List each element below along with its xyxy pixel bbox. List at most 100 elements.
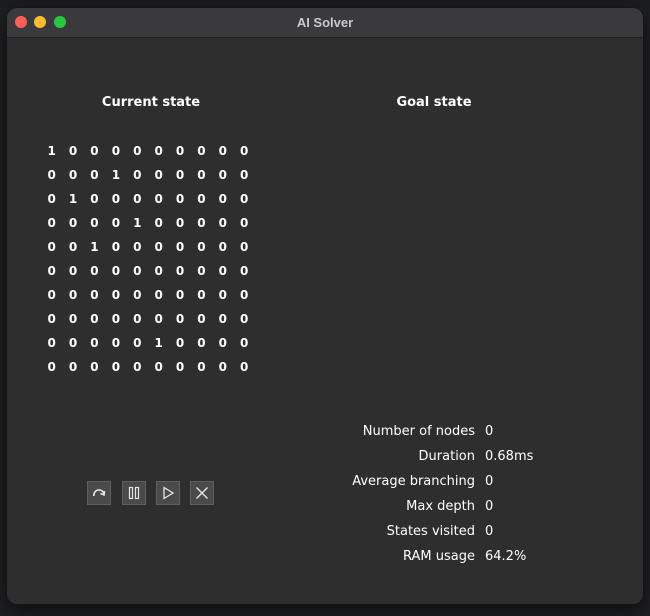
grid-cell: 0 bbox=[133, 288, 142, 302]
grid-cell: 0 bbox=[175, 216, 185, 230]
grid-cell: 0 bbox=[47, 288, 56, 302]
grid-cell: 0 bbox=[240, 144, 249, 158]
close-icon bbox=[196, 487, 208, 499]
grid-cell: 0 bbox=[68, 144, 78, 158]
stat-value: 64.2% bbox=[485, 549, 527, 564]
current-state-heading: Current state bbox=[101, 95, 201, 110]
grid-cell: 0 bbox=[240, 360, 249, 374]
grid-cell: 0 bbox=[68, 360, 78, 374]
stat-label: States visited bbox=[386, 524, 475, 539]
grid-cell: 0 bbox=[154, 216, 163, 230]
grid-cell: 0 bbox=[47, 192, 56, 206]
grid-cell: 0 bbox=[111, 264, 121, 278]
grid-cell: 0 bbox=[133, 312, 142, 326]
grid-cell: 0 bbox=[175, 336, 185, 350]
grid-cell: 0 bbox=[111, 288, 121, 302]
grid-cell: 1 bbox=[90, 240, 99, 254]
grid-cell: 0 bbox=[197, 288, 206, 302]
stat-row: RAM usage 64.2% bbox=[307, 544, 547, 569]
grid-cell: 0 bbox=[197, 192, 206, 206]
step-button[interactable] bbox=[87, 481, 111, 505]
grid-cell: 0 bbox=[175, 144, 185, 158]
stat-value: 0 bbox=[485, 499, 494, 514]
grid-cell: 0 bbox=[47, 216, 56, 230]
grid-cell: 0 bbox=[47, 264, 56, 278]
stat-label: Duration bbox=[418, 449, 475, 464]
play-button[interactable] bbox=[156, 481, 180, 505]
grid-cell: 0 bbox=[47, 240, 56, 254]
pause-button[interactable] bbox=[122, 481, 146, 505]
grid-cell: 0 bbox=[133, 336, 142, 350]
grid-cell: 0 bbox=[218, 192, 227, 206]
stat-row: Max depth 0 bbox=[307, 494, 547, 519]
stat-value: 0 bbox=[485, 474, 494, 489]
grid-cell: 0 bbox=[240, 240, 249, 254]
grid-cell: 0 bbox=[175, 360, 185, 374]
grid-cell: 0 bbox=[47, 360, 56, 374]
grid-cell: 1 bbox=[68, 192, 78, 206]
goal-state-heading: Goal state bbox=[396, 95, 472, 110]
grid-cell: 0 bbox=[154, 144, 163, 158]
ai-solver-window: AI Solver Current state Goal state 10000… bbox=[7, 8, 643, 604]
grid-cell: 0 bbox=[197, 144, 206, 158]
grid-cell: 0 bbox=[90, 288, 99, 302]
stat-value: 0 bbox=[485, 424, 494, 439]
grid-cell: 0 bbox=[175, 264, 185, 278]
grid-cell: 0 bbox=[240, 168, 249, 182]
stop-button[interactable] bbox=[190, 481, 214, 505]
grid-cell: 0 bbox=[111, 192, 121, 206]
grid-cell: 0 bbox=[133, 360, 142, 374]
stat-label: Average branching bbox=[352, 474, 475, 489]
grid-cell: 0 bbox=[240, 312, 249, 326]
grid-cell: 0 bbox=[240, 336, 249, 350]
stat-row: States visited 0 bbox=[307, 519, 547, 544]
grid-cell: 0 bbox=[218, 264, 227, 278]
grid-cell: 0 bbox=[218, 144, 227, 158]
grid-cell: 0 bbox=[218, 312, 227, 326]
grid-cell: 0 bbox=[90, 360, 99, 374]
grid-cell: 0 bbox=[90, 312, 99, 326]
grid-cell: 0 bbox=[90, 144, 99, 158]
grid-cell: 0 bbox=[47, 336, 56, 350]
background-menubar bbox=[0, 0, 650, 8]
grid-cell: 0 bbox=[197, 360, 206, 374]
grid-cell: 0 bbox=[218, 288, 227, 302]
current-state-grid: 1000000000000100000001000000000000100000… bbox=[41, 139, 255, 379]
stat-value: 0 bbox=[485, 524, 494, 539]
stat-label: RAM usage bbox=[403, 549, 475, 564]
grid-cell: 0 bbox=[133, 144, 142, 158]
grid-cell: 0 bbox=[90, 192, 99, 206]
stat-row: Average branching 0 bbox=[307, 469, 547, 494]
grid-cell: 0 bbox=[133, 192, 142, 206]
grid-cell: 0 bbox=[154, 288, 163, 302]
grid-cell: 0 bbox=[197, 336, 206, 350]
grid-cell: 0 bbox=[197, 240, 206, 254]
grid-cell: 0 bbox=[240, 288, 249, 302]
grid-cell: 0 bbox=[111, 360, 121, 374]
grid-cell: 0 bbox=[111, 144, 121, 158]
stat-value: 0.68ms bbox=[485, 449, 534, 464]
grid-cell: 0 bbox=[90, 264, 99, 278]
grid-cell: 0 bbox=[133, 264, 142, 278]
titlebar: AI Solver bbox=[7, 8, 643, 38]
grid-cell: 0 bbox=[90, 216, 99, 230]
stat-label: Number of nodes bbox=[362, 424, 475, 439]
grid-cell: 0 bbox=[197, 216, 206, 230]
grid-cell: 1 bbox=[111, 168, 121, 182]
grid-cell: 0 bbox=[175, 288, 185, 302]
grid-cell: 0 bbox=[240, 192, 249, 206]
grid-cell: 0 bbox=[218, 240, 227, 254]
grid-cell: 0 bbox=[175, 168, 185, 182]
grid-cell: 0 bbox=[68, 240, 78, 254]
redo-arrow-icon bbox=[93, 489, 106, 497]
grid-cell: 0 bbox=[90, 336, 99, 350]
grid-cell: 0 bbox=[154, 168, 163, 182]
grid-cell: 0 bbox=[175, 240, 185, 254]
grid-cell: 0 bbox=[218, 336, 227, 350]
grid-cell: 0 bbox=[197, 168, 206, 182]
grid-cell: 0 bbox=[218, 216, 227, 230]
grid-cell: 0 bbox=[90, 168, 99, 182]
grid-cell: 0 bbox=[47, 312, 56, 326]
grid-cell: 0 bbox=[68, 312, 78, 326]
grid-cell: 0 bbox=[111, 336, 121, 350]
